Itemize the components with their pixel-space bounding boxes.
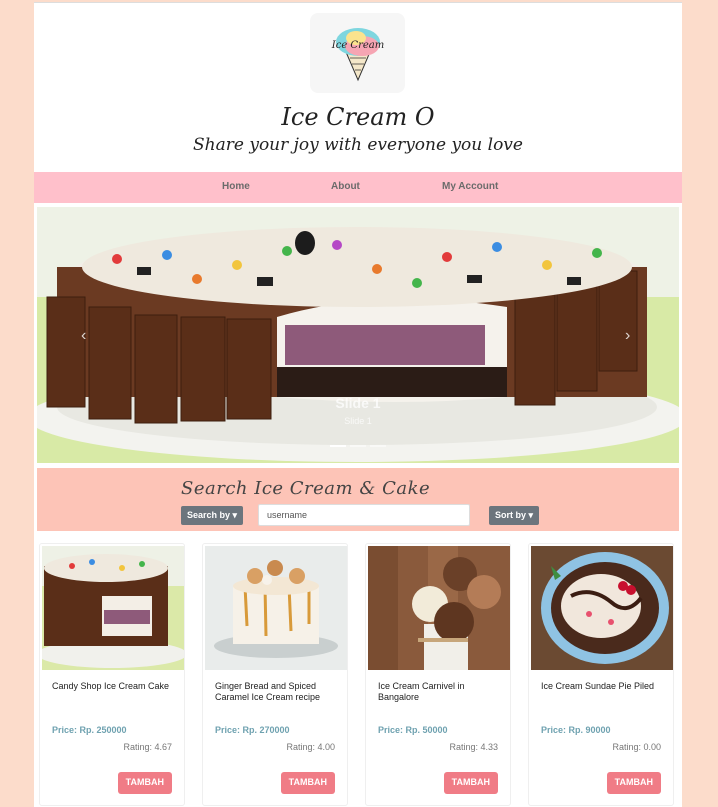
cake-image-icon (42, 546, 184, 670)
nav-about[interactable]: About (331, 181, 360, 192)
product-image[interactable] (531, 546, 673, 670)
product-rating: Rating: 4.67 (123, 742, 172, 752)
carousel-indicator-2[interactable] (350, 445, 366, 447)
site-tagline: Share your joy with everyone you love (193, 135, 523, 155)
product-name: Ginger Bread and Spiced Caramel Ice Crea… (215, 681, 321, 702)
logo[interactable]: Ice Cream (310, 13, 405, 93)
product-rating: Rating: 0.00 (612, 742, 661, 752)
carousel-indicators (330, 445, 386, 447)
product-card[interactable]: Ice Cream Carnivel in Bangalore Price: R… (365, 543, 511, 806)
search-title: Search Ice Cream & Cake (181, 478, 431, 499)
product-price: Price: Rp. 270000 (215, 725, 290, 735)
add-to-cart-button[interactable]: TAMBAH (280, 772, 335, 794)
nav-home[interactable]: Home (222, 181, 250, 192)
product-card[interactable]: Candy Shop Ice Cream Cake Price: Rp. 250… (39, 543, 185, 806)
product-card[interactable]: Ginger Bread and Spiced Caramel Ice Crea… (202, 543, 348, 806)
product-image[interactable] (205, 546, 347, 670)
search-panel: Search Ice Cream & Cake Search by ▾ Sort… (37, 468, 679, 531)
ice-cream-image-icon (368, 546, 510, 670)
add-to-cart-button[interactable]: TAMBAH (117, 772, 172, 794)
carousel-caption-subtitle: Slide 1 (344, 416, 372, 426)
nav-my-account[interactable]: My Account (442, 181, 498, 192)
product-image[interactable] (42, 546, 184, 670)
search-by-dropdown[interactable]: Search by ▾ (181, 506, 244, 525)
sort-by-dropdown[interactable]: Sort by ▾ (489, 506, 540, 525)
carousel-caption-title: Slide 1 (335, 395, 381, 411)
product-name: Ice Cream Carnivel in Bangalore (378, 681, 465, 702)
svg-text:Ice Cream: Ice Cream (330, 40, 383, 51)
product-price: Price: Rp. 50000 (378, 725, 448, 735)
cake-image-icon (205, 546, 347, 670)
site-title: Ice Cream O (281, 103, 435, 131)
carousel-indicator-1[interactable] (330, 445, 346, 447)
product-card[interactable]: Ice Cream Sundae Pie Piled Price: Rp. 90… (528, 543, 674, 806)
add-to-cart-button[interactable]: TAMBAH (443, 772, 498, 794)
sort-by-label: Sort by (495, 510, 527, 520)
page-container: Ice Cream Ice Cream O Share your joy wit… (34, 2, 682, 807)
caret-down-icon: ▾ (232, 510, 238, 520)
carousel-indicator-3[interactable] (370, 445, 386, 447)
product-image[interactable] (368, 546, 510, 670)
main-nav: Home About My Account (34, 172, 682, 203)
product-rating: Rating: 4.00 (286, 742, 335, 752)
product-name: Ice Cream Sundae Pie Piled (541, 681, 655, 691)
search-input[interactable] (258, 504, 470, 526)
product-price: Price: Rp. 250000 (52, 725, 127, 735)
sundae-pie-image-icon (531, 546, 673, 670)
product-rating: Rating: 4.33 (449, 742, 498, 752)
carousel-prev-icon[interactable]: ‹ (81, 327, 86, 345)
ice-cream-logo-icon: Ice Cream (330, 28, 384, 82)
carousel-next-icon[interactable]: › (625, 327, 630, 345)
product-price: Price: Rp. 90000 (541, 725, 611, 735)
product-name: Candy Shop Ice Cream Cake (52, 681, 170, 691)
caret-down-icon: ▾ (528, 510, 534, 520)
search-by-label: Search by (187, 510, 231, 520)
add-to-cart-button[interactable]: TAMBAH (606, 772, 661, 794)
